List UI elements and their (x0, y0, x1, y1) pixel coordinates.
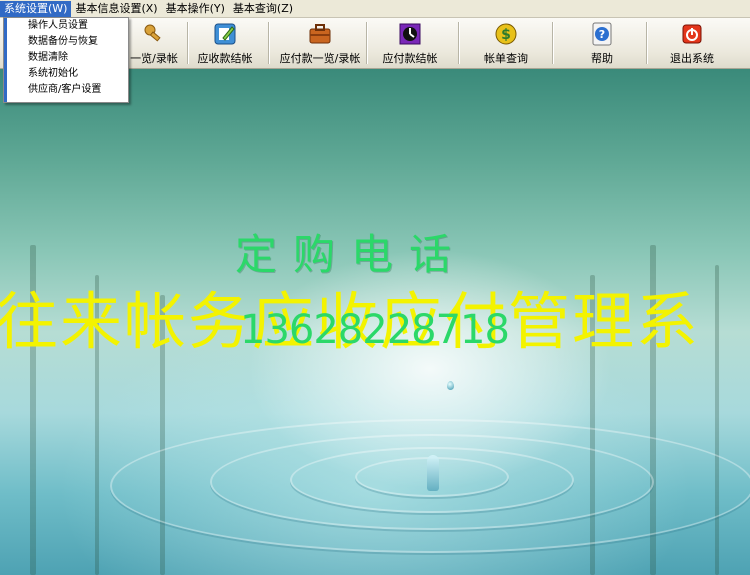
bill-query-button[interactable]: $ 帐单查询 (460, 20, 552, 66)
menu-item-data-backup-restore[interactable]: 数据备份与恢复 (4, 34, 128, 50)
menu-basic-query[interactable]: 基本查询(Z) (229, 1, 297, 17)
system-settings-dropdown: 操作人员设置 数据备份与恢复 数据清除 系统初始化 供应商/客户设置 (3, 17, 129, 103)
payable-list-button[interactable]: 应付款一览/录帐 (274, 20, 366, 66)
menu-item-supplier-customer-settings[interactable]: 供应商/客户设置 (4, 82, 128, 98)
dropdown-rail (4, 18, 7, 102)
payable-settle-button[interactable]: 应付款结帐 (364, 20, 456, 66)
payable-list-label: 应付款一览/录帐 (279, 52, 361, 65)
money-icon: $ (494, 22, 518, 46)
order-phone-heading: 定购电话 (235, 230, 468, 279)
help-button[interactable]: ? 帮助 (556, 20, 648, 66)
toolbar-separator (458, 22, 459, 64)
edit-icon (213, 22, 237, 46)
phone-number: 13628228718 (240, 307, 510, 353)
help-label: 帮助 (591, 52, 613, 65)
tree-trunk (715, 265, 719, 575)
receivable-list-label: 一览/录帐 (130, 52, 178, 65)
menu-basic-operations[interactable]: 基本操作(Y) (162, 1, 229, 17)
water-drop (447, 381, 454, 390)
background-image: 定购电话 往来帐务应收应付管理系 13628228718 (0, 69, 750, 575)
key-icon (142, 22, 166, 46)
power-icon (680, 22, 704, 46)
svg-text:$: $ (501, 27, 511, 43)
water-splash (427, 455, 439, 491)
toolbar-separator (268, 22, 269, 64)
bill-query-label: 帐单查询 (484, 52, 528, 65)
briefcase-icon (308, 22, 332, 46)
menu-item-system-init[interactable]: 系统初始化 (4, 66, 128, 82)
menu-basic-info-settings[interactable]: 基本信息设置(X) (71, 1, 161, 17)
receivable-settle-button[interactable]: 应收款结帐 (179, 20, 271, 66)
receivable-settle-label: 应收款结帐 (197, 52, 253, 65)
svg-text:?: ? (599, 28, 605, 41)
toolbar-separator (552, 22, 553, 64)
payable-settle-label: 应付款结帐 (382, 52, 438, 65)
exit-system-label: 退出系统 (670, 52, 714, 65)
exit-system-button[interactable]: 退出系统 (646, 20, 738, 66)
menu-item-data-clear[interactable]: 数据清除 (4, 50, 128, 66)
help-icon: ? (590, 22, 614, 46)
menu-bar: 系统设置(W) 基本信息设置(X) 基本操作(Y) 基本查询(Z) (0, 0, 750, 18)
menu-item-operator-settings[interactable]: 操作人员设置 (4, 18, 128, 34)
menu-system-settings[interactable]: 系统设置(W) (0, 0, 72, 17)
clock-icon (398, 22, 422, 46)
